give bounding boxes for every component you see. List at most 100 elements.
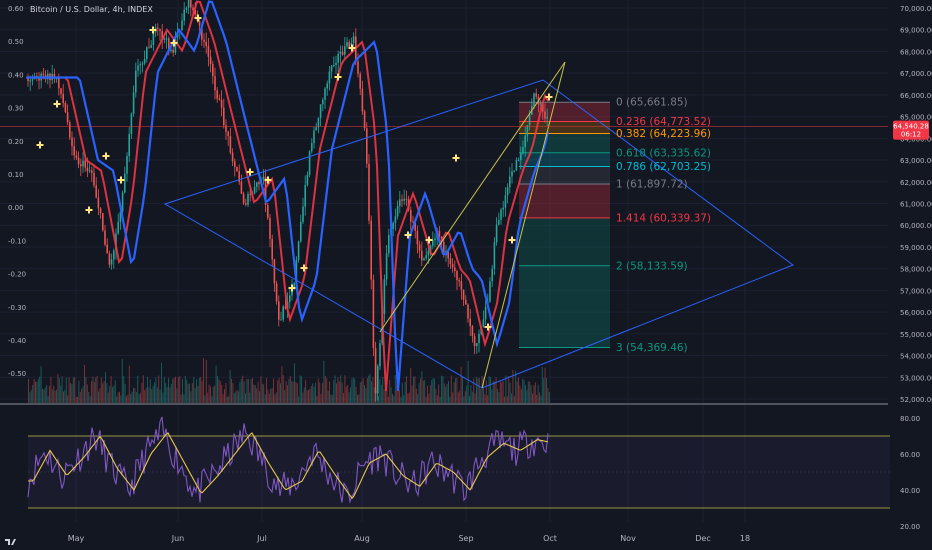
candle-body	[498, 220, 500, 225]
candle-body	[454, 267, 456, 272]
volume-bar	[432, 378, 434, 403]
volume-bar	[533, 385, 535, 403]
volume-bar	[400, 396, 402, 403]
volume-bar	[207, 392, 209, 403]
volume-bar	[43, 389, 45, 403]
volume-bar	[140, 393, 141, 403]
candle-body	[198, 21, 201, 26]
candle-body	[546, 116, 548, 119]
volume-bar	[532, 393, 533, 403]
volume-bar	[28, 378, 29, 403]
candle-body	[143, 59, 146, 64]
volume-bar	[172, 378, 174, 403]
volume-bar	[413, 376, 414, 403]
candle-body	[108, 253, 111, 265]
plus-vertical	[291, 284, 293, 292]
volume-bar	[64, 389, 66, 403]
fib-band	[519, 102, 610, 122]
time-axis-label: Jun	[171, 534, 185, 543]
volume-bar	[382, 376, 384, 403]
volume-bar	[434, 378, 435, 403]
volume-bar	[218, 379, 220, 403]
volume-bar	[543, 378, 545, 403]
time-axis-label: May	[68, 534, 85, 543]
volume-bar	[380, 384, 382, 403]
candle-body	[383, 279, 386, 314]
candle-body	[493, 242, 496, 269]
volume-bar	[190, 391, 192, 403]
fib-level-label: 2 (58,133.59)	[616, 260, 688, 272]
candle-body	[187, 0, 190, 8]
candle-body	[388, 234, 390, 254]
rsi-axis-tick: 80.00	[900, 415, 920, 423]
volume-bar	[518, 377, 519, 403]
volume-bar	[198, 377, 200, 403]
fib-band	[519, 152, 610, 167]
volume-bar	[401, 382, 403, 403]
volume-bar	[336, 383, 337, 403]
candle-body	[328, 71, 331, 84]
plus-vertical	[88, 206, 90, 214]
candle-body	[379, 343, 381, 367]
volume-bar	[399, 390, 400, 403]
candle-body	[484, 306, 487, 320]
volume-bar	[75, 396, 77, 403]
candle-body	[524, 135, 526, 148]
volume-bar	[280, 383, 281, 403]
right-axis-tick: 66,000.00	[900, 92, 932, 100]
volume-bar	[322, 383, 323, 403]
volume-bar	[113, 385, 115, 403]
volume-bar	[56, 389, 57, 403]
candle-body	[86, 167, 89, 172]
candle-body	[124, 173, 126, 193]
volume-bar	[497, 388, 498, 403]
volume-bar	[540, 395, 542, 403]
volume-bar	[187, 383, 189, 403]
volume-bar	[295, 382, 297, 403]
volume-bar	[85, 377, 87, 403]
volume-bar	[431, 380, 433, 403]
volume-bar	[320, 393, 322, 403]
candle-body	[227, 131, 229, 137]
plus-vertical	[487, 323, 489, 331]
right-axis-tick: 58,000.00	[900, 266, 932, 274]
volume-bar	[296, 383, 298, 403]
volume-bar	[200, 377, 202, 403]
volume-bar	[46, 384, 48, 403]
candle-body	[311, 143, 313, 152]
tradingview-chart[interactable]: 0 (65,661.85) 0.236 (64,773.52)0.382 (64,…	[0, 0, 932, 550]
volume-bar	[357, 395, 358, 403]
volume-bar	[302, 392, 304, 403]
volume-bar	[530, 385, 532, 403]
volume-bar	[362, 378, 364, 403]
volume-bar	[37, 379, 39, 403]
candle-body	[544, 111, 546, 119]
volume-bar	[315, 382, 316, 403]
volume-bar	[331, 395, 333, 403]
volume-bar	[452, 392, 454, 403]
volume-bar	[541, 367, 543, 403]
candle-body	[267, 204, 269, 218]
candle-body	[467, 304, 469, 319]
candle-body	[421, 250, 423, 261]
plus-vertical	[56, 100, 58, 108]
volume-bar	[445, 386, 447, 403]
fib-level-label: 0.618 (63,335.62)	[616, 147, 711, 159]
candle-body	[471, 326, 474, 337]
volume-bar	[289, 376, 291, 403]
volume-bar	[239, 382, 241, 403]
candle-body	[58, 78, 60, 89]
volume-bar	[169, 387, 171, 403]
candle-body	[313, 130, 315, 144]
plus-vertical	[303, 264, 305, 272]
left-axis-tick: -0.20	[8, 271, 26, 279]
fib-level-label: 0.236 (64,773.52)	[616, 116, 711, 128]
volume-bar	[182, 379, 183, 403]
volume-bar	[128, 365, 130, 403]
fibonacci-zone[interactable]	[519, 101, 610, 349]
volume-bar	[152, 386, 154, 403]
volume-bar	[291, 380, 293, 403]
volume-bar	[142, 375, 144, 403]
time-axis-label: Aug	[354, 534, 370, 543]
volume-bar	[506, 396, 508, 403]
